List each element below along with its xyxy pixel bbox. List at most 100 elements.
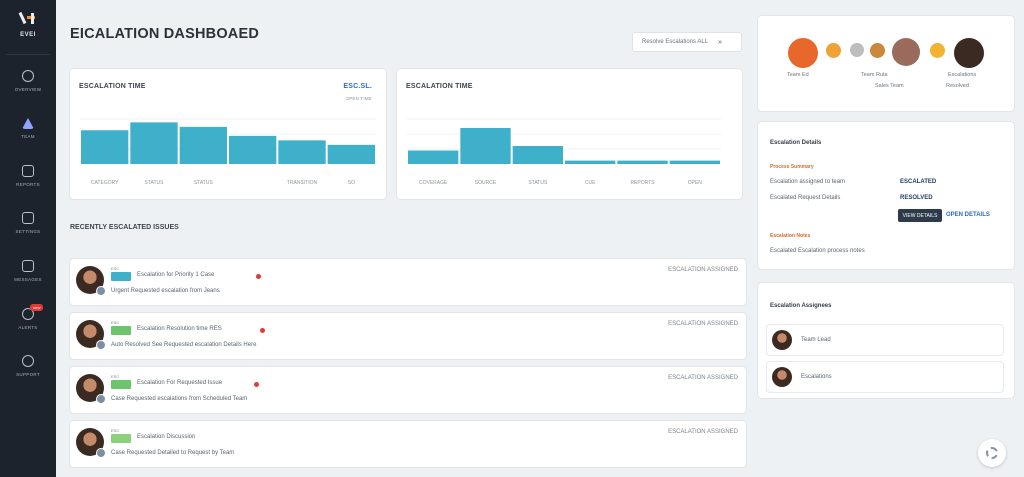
row-title: Escalation For Requested Issue bbox=[137, 380, 223, 386]
sidebar: EVEI OVERVIEW TEAM REPORTS SETTINGS MESS… bbox=[0, 0, 56, 477]
details-value: RESOLVED bbox=[900, 195, 933, 201]
team-avatar[interactable] bbox=[954, 38, 984, 68]
sidebar-item-label: OVERVIEW bbox=[14, 87, 42, 92]
sidebar-item-support[interactable]: SUPPORT bbox=[0, 355, 56, 377]
chart-bar bbox=[278, 140, 326, 164]
team-sublabel: Resolved bbox=[946, 83, 969, 89]
row-status: ESCALATION ASSIGNED bbox=[668, 429, 738, 435]
chart-bar bbox=[617, 160, 668, 164]
status-tag bbox=[111, 272, 131, 281]
team-card: Team Ed Team Ruta Escalations Sales Team… bbox=[758, 16, 1014, 111]
details-section-title: Escalation Notes bbox=[770, 233, 811, 239]
details-note: Escalated Escalation process notes bbox=[770, 248, 865, 254]
chart-bar bbox=[460, 128, 511, 164]
section-title: RECENTLY ESCALATED ISSUES bbox=[70, 224, 179, 231]
report-icon bbox=[22, 165, 34, 177]
help-fab-button[interactable] bbox=[978, 439, 1006, 467]
sidebar-item-label: ALERTS bbox=[18, 325, 38, 330]
row-subtitle: Case Requested Detailed to Request by Te… bbox=[111, 450, 235, 456]
x-tick-label: REPORTS bbox=[630, 180, 655, 186]
team-label: Team Ruta bbox=[861, 72, 888, 78]
shield-icon bbox=[96, 286, 106, 296]
chevron-icon: » bbox=[718, 38, 722, 46]
x-tick-label: OPEN bbox=[688, 180, 703, 186]
escalation-row[interactable]: ESC Escalation For Requested Issue Case … bbox=[70, 367, 746, 413]
alert-dot-icon bbox=[260, 328, 265, 333]
row-title: Escalation Resolution time RES bbox=[137, 326, 222, 332]
sidebar-item-settings[interactable]: SETTINGS bbox=[0, 212, 56, 234]
escalation-row[interactable]: ESC Escalation Resolution time RES Auto … bbox=[70, 313, 746, 359]
team-avatar[interactable] bbox=[870, 43, 885, 58]
details-title: Escalation Details bbox=[770, 140, 822, 146]
shield-icon bbox=[96, 394, 106, 404]
shield-icon bbox=[96, 340, 106, 350]
details-section-title: Process Summary bbox=[770, 164, 814, 170]
grid-icon bbox=[22, 70, 34, 82]
alert-dot-icon bbox=[254, 382, 259, 387]
row-title: Escalation for Priority 1 Case bbox=[137, 272, 215, 278]
chart-card-left: ESCALATION TIME ESC.SL. OPEN TIME CATEGO… bbox=[70, 69, 386, 199]
row-title: Escalation Discussion bbox=[137, 434, 196, 440]
sidebar-item-messages[interactable]: MESSAGES bbox=[0, 260, 56, 282]
chart-bar bbox=[179, 126, 227, 164]
help-icon bbox=[986, 447, 998, 459]
x-tick-label: SO bbox=[348, 180, 355, 186]
escalation-row[interactable]: ESC Escalation for Priority 1 Case Urgen… bbox=[70, 259, 746, 305]
team-avatar[interactable] bbox=[826, 43, 841, 58]
chart-card-middle: ESCALATION TIME COVERAGE SOURCE STATUS CUE R… bbox=[397, 69, 742, 199]
status-tag bbox=[111, 434, 131, 443]
chart-bar bbox=[512, 146, 563, 164]
settings-icon bbox=[22, 212, 34, 224]
chart-bar bbox=[408, 150, 459, 164]
row-status: ESCALATION ASSIGNED bbox=[668, 267, 738, 273]
x-tick-label: SOURCE bbox=[475, 180, 497, 186]
filter-button[interactable]: Resolve Escalations ALL » bbox=[632, 32, 742, 52]
help-icon bbox=[22, 355, 34, 367]
chart-bar bbox=[327, 144, 375, 164]
team-avatar[interactable] bbox=[850, 43, 864, 57]
sidebar-item-team[interactable]: TEAM bbox=[0, 118, 56, 139]
status-tag bbox=[111, 380, 131, 389]
page-title: EICALATION DASHBOAED bbox=[70, 26, 260, 42]
escalation-row[interactable]: ESC Escalation Discussion Case Requested… bbox=[70, 421, 746, 467]
assignee-item[interactable]: Team Lead bbox=[766, 324, 1004, 356]
row-subtitle: Auto Resolved See Requested escalation D… bbox=[111, 342, 257, 348]
chart-bar bbox=[229, 135, 277, 164]
view-details-button[interactable]: VIEW DETAILS bbox=[898, 209, 942, 222]
user-icon bbox=[22, 118, 34, 129]
team-avatar[interactable] bbox=[930, 43, 945, 58]
x-tick-label: CATEGORY bbox=[91, 180, 119, 186]
x-tick-label: STATUS bbox=[528, 180, 548, 186]
details-value: ESCALATED bbox=[900, 179, 937, 185]
sidebar-item-overview[interactable]: OVERVIEW bbox=[0, 70, 56, 92]
sidebar-item-label: MESSAGES bbox=[14, 277, 42, 282]
team-sublabel: Sales Team bbox=[875, 83, 904, 89]
sidebar-item-label: REPORTS bbox=[16, 182, 40, 187]
bar-chart-left: CATEGORY STATUS STATUS TRANSITION SO bbox=[80, 118, 376, 186]
sidebar-item-alerts[interactable]: new ALERTS bbox=[0, 304, 56, 330]
filter-button-label: Resolve Escalations ALL bbox=[642, 39, 709, 45]
status-tag bbox=[111, 326, 131, 335]
chart-bar bbox=[81, 130, 129, 164]
assignee-item[interactable]: Escalations bbox=[766, 361, 1004, 393]
row-tiny: ESC bbox=[111, 266, 120, 271]
team-avatar[interactable] bbox=[892, 38, 920, 66]
team-avatar[interactable] bbox=[788, 38, 818, 68]
alert-dot-icon bbox=[256, 274, 261, 279]
open-details-link[interactable]: OPEN DETAILS bbox=[946, 212, 990, 218]
assignees-title: Escalation Assignees bbox=[770, 303, 832, 309]
logo-text: EVEI bbox=[20, 32, 36, 38]
row-tiny: ESC bbox=[111, 428, 120, 433]
messages-icon bbox=[22, 260, 34, 272]
x-tick-label: STATUS bbox=[145, 180, 165, 186]
app-logo[interactable]: EVEI bbox=[0, 10, 56, 38]
assignee-name: Team Lead bbox=[801, 337, 831, 343]
shield-icon bbox=[96, 448, 106, 458]
sidebar-item-label: SUPPORT bbox=[16, 372, 40, 377]
x-tick-label: STATUS bbox=[194, 180, 214, 186]
sidebar-item-reports[interactable]: REPORTS bbox=[0, 165, 56, 187]
bar-chart-middle: COVERAGE SOURCE STATUS CUE REPORTS OPEN bbox=[407, 118, 721, 186]
row-tiny: ESC bbox=[111, 374, 120, 379]
chart-bar bbox=[130, 122, 178, 164]
x-tick-label: COVERAGE bbox=[419, 180, 448, 186]
